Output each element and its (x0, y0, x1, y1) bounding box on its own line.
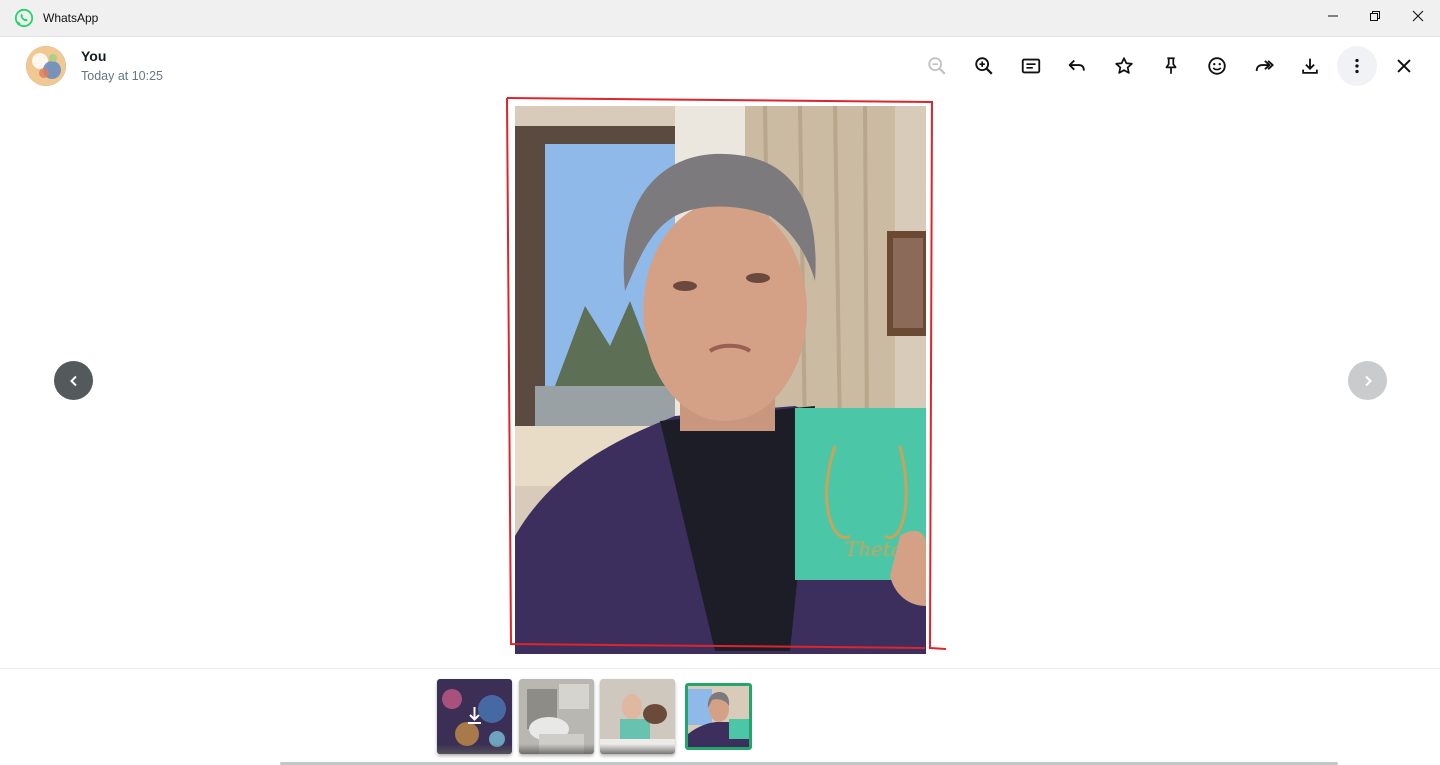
next-media-button[interactable] (1348, 361, 1387, 400)
media-image: Theta (515, 106, 926, 654)
thumbnail-image (519, 679, 594, 754)
thumbnail-item-selected[interactable] (685, 683, 752, 750)
emoji-icon (1208, 57, 1226, 75)
thumbnail-item[interactable] (437, 679, 512, 754)
zoom-in-button[interactable] (964, 46, 1004, 86)
svg-text:Theta: Theta (845, 537, 903, 561)
forward-button[interactable] (1244, 46, 1284, 86)
download-button[interactable] (1290, 46, 1330, 86)
reply-icon (1068, 59, 1085, 71)
more-vertical-icon (1355, 58, 1359, 74)
thumbnail-image (688, 686, 749, 747)
forward-icon (1255, 60, 1274, 72)
chevron-left-icon (69, 375, 77, 386)
thumbnail-image (437, 679, 512, 754)
go-to-message-button[interactable] (1011, 46, 1051, 86)
pin-icon (1165, 57, 1177, 74)
media-toolbar (0, 46, 1440, 86)
previous-media-button[interactable] (54, 361, 93, 400)
download-icon (1302, 58, 1318, 74)
photo-content: Theta (515, 106, 926, 654)
more-options-button[interactable] (1337, 46, 1377, 86)
minimize-icon (1328, 15, 1338, 17)
react-button[interactable] (1197, 46, 1237, 86)
restore-icon (1370, 11, 1380, 21)
close-viewer-button[interactable] (1384, 46, 1424, 86)
restore-button[interactable] (1352, 0, 1398, 32)
minimize-button[interactable] (1310, 0, 1356, 32)
chevron-right-icon (1364, 375, 1372, 386)
media-thumbnail-strip (0, 668, 1440, 765)
thumbnail-item[interactable] (519, 679, 594, 754)
zoom-out-icon (928, 57, 946, 75)
pin-button[interactable] (1151, 46, 1191, 86)
zoom-in-icon (975, 57, 993, 75)
zoom-out-button[interactable] (917, 46, 957, 86)
thumbnail-image (600, 679, 675, 754)
reply-button[interactable] (1057, 46, 1097, 86)
media-stage: Theta (0, 96, 1440, 668)
message-icon (1021, 58, 1041, 74)
star-icon (1115, 57, 1133, 74)
whatsapp-logo-icon (14, 8, 34, 28)
window-close-button[interactable] (1395, 0, 1440, 32)
thumbnail-item[interactable] (600, 679, 675, 754)
close-icon (1412, 10, 1424, 22)
app-title: WhatsApp (43, 11, 99, 25)
media-viewer-header: You Today at 10:25 (0, 38, 1440, 96)
window-titlebar: WhatsApp (0, 0, 1440, 37)
star-button[interactable] (1104, 46, 1144, 86)
close-icon (1397, 59, 1411, 73)
